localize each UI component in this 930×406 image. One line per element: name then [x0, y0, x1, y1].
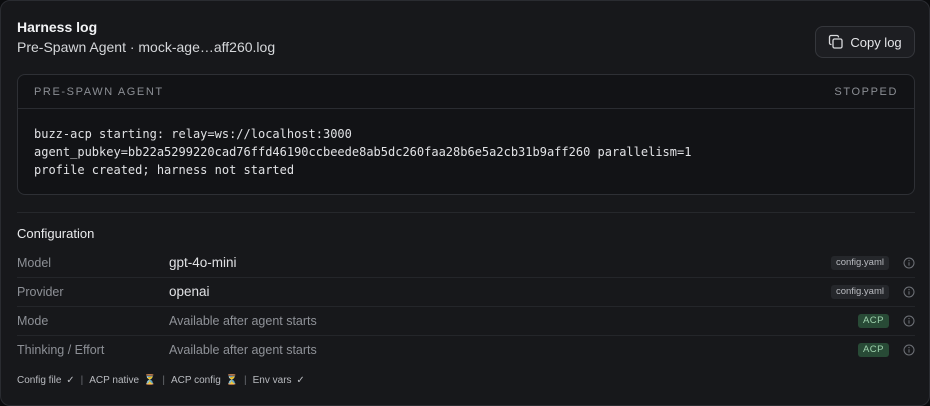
config-row-thinking-effort: Thinking / Effort Available after agent … [17, 336, 915, 365]
footer-item-acp-config: ACP config ⏳ [171, 375, 238, 386]
log-file-subtitle: Pre-Spawn Agent · mock-age…aff260.log [17, 39, 276, 55]
configuration-table: Model gpt-4o-mini config.yaml Provider o… [17, 249, 915, 365]
acp-badge: ACP [857, 343, 889, 357]
footer-item-config-file: Config file ✓ [17, 375, 75, 386]
acp-badge: ACP [857, 314, 889, 328]
footer-separator: | [244, 375, 247, 386]
copy-icon [828, 34, 844, 50]
panel-title: Harness log [17, 19, 98, 35]
log-line: profile created; harness not started [34, 163, 295, 177]
footer-item-label: ACP native [89, 375, 140, 386]
info-icon[interactable] [903, 315, 915, 327]
info-icon[interactable] [903, 257, 915, 269]
footer-item-env-vars: Env vars ✓ [253, 375, 305, 386]
section-divider [17, 212, 915, 213]
copy-log-button[interactable]: Copy log [815, 26, 915, 58]
source-badge: config.yaml [830, 285, 889, 299]
config-row-value: Available after agent starts [169, 314, 317, 328]
config-row-value: Available after agent starts [169, 343, 317, 357]
footer-item-label: Config file [17, 375, 62, 386]
config-row-label: Provider [17, 285, 64, 299]
log-output-box: PRE-SPAWN AGENT STOPPED buzz-acp startin… [17, 74, 915, 195]
source-badge: config.yaml [830, 256, 889, 270]
log-status: STOPPED [834, 85, 898, 98]
config-row-value: gpt-4o-mini [169, 255, 237, 270]
check-icon: ✓ [66, 375, 75, 386]
config-row-value: openai [169, 284, 210, 299]
config-row-provider: Provider openai config.yaml [17, 278, 915, 307]
config-row-label: Mode [17, 314, 49, 328]
log-line: agent_pubkey=bb22a5299220cad76ffd46190cc… [34, 145, 692, 159]
check-icon: ✓ [296, 375, 305, 386]
info-icon[interactable] [903, 286, 915, 298]
configuration-title: Configuration [17, 226, 95, 241]
harness-log-panel: Harness log Pre-Spawn Agent · mock-age…a… [0, 0, 930, 406]
config-row-model: Model gpt-4o-mini config.yaml [17, 249, 915, 278]
hourglass-icon: ⏳ [225, 375, 239, 386]
footer-item-label: ACP config [170, 375, 221, 386]
footer-item-label: Env vars [252, 375, 292, 386]
copy-log-label: Copy log [850, 34, 902, 50]
footer-separator: | [80, 375, 84, 386]
hourglass-icon: ⏳ [143, 375, 157, 386]
log-text[interactable]: buzz-acp starting: relay=ws://localhost:… [18, 109, 914, 179]
capability-footer: Config file ✓ | ACP native ⏳ | ACP confi… [17, 375, 305, 386]
config-row-label: Model [17, 256, 52, 270]
log-header: PRE-SPAWN AGENT STOPPED [18, 75, 914, 109]
log-section-label: PRE-SPAWN AGENT [34, 85, 164, 98]
footer-item-acp-native: ACP native ⏳ [89, 375, 156, 386]
info-icon[interactable] [903, 344, 915, 356]
log-line: buzz-acp starting: relay=ws://localhost:… [34, 127, 352, 141]
config-row-label: Thinking / Effort [17, 343, 105, 357]
footer-separator: | [162, 375, 165, 386]
config-row-mode: Mode Available after agent starts ACP [17, 307, 915, 336]
